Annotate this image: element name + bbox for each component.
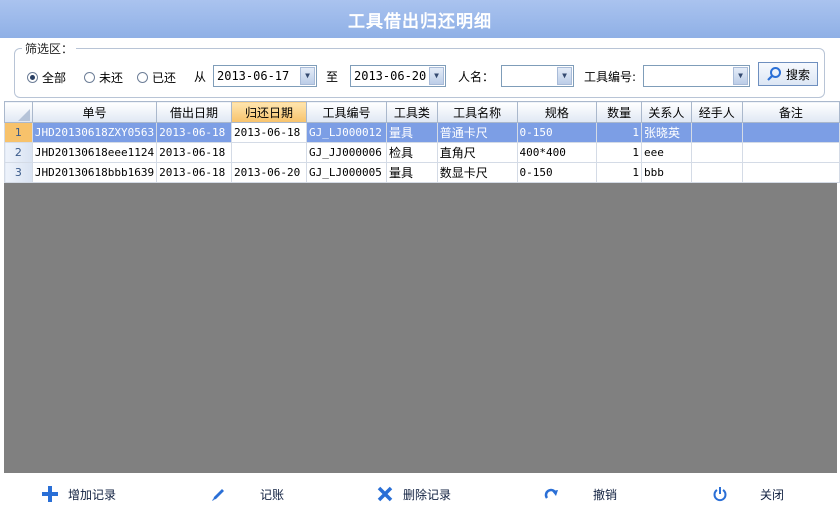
person-select[interactable]: ▼ bbox=[501, 65, 574, 87]
radio-not-returned-label: 未还 bbox=[99, 71, 124, 85]
column-header[interactable]: 工具名称 bbox=[436, 101, 518, 123]
person-label: 人名： bbox=[458, 70, 495, 84]
chevron-down-icon[interactable]: ▼ bbox=[733, 67, 748, 85]
table-cell[interactable] bbox=[231, 142, 307, 163]
delete-record-label: 删除记录 bbox=[403, 487, 452, 502]
chevron-down-icon[interactable]: ▼ bbox=[429, 67, 444, 85]
table-cell[interactable]: eee bbox=[640, 142, 692, 163]
table-row[interactable]: 3 JHD20130618bbb1639 2013-06-18 2013-06-… bbox=[4, 162, 840, 183]
close-button[interactable]: 关闭 bbox=[710, 484, 784, 504]
undo-button[interactable]: 撤销 bbox=[541, 484, 617, 504]
column-header[interactable]: 关系人 bbox=[640, 101, 692, 123]
x-icon bbox=[375, 484, 395, 504]
table-cell[interactable]: 0-150 bbox=[516, 162, 598, 183]
table-cell[interactable]: 直角尺 bbox=[436, 142, 518, 163]
table-row[interactable]: 1 JHD20130618ZXY0563 2013-06-18 2013-06-… bbox=[4, 122, 840, 143]
radio-not-returned[interactable]: 未还 bbox=[84, 69, 123, 86]
undo-label: 撤销 bbox=[593, 487, 618, 502]
table-cell[interactable] bbox=[741, 122, 840, 143]
chevron-down-icon[interactable]: ▼ bbox=[300, 67, 315, 85]
from-date-value: 2013-06-17 bbox=[217, 69, 290, 83]
table-cell[interactable] bbox=[690, 142, 743, 163]
table-cell[interactable] bbox=[690, 122, 743, 143]
column-header[interactable]: 经手人 bbox=[690, 101, 743, 123]
radio-not-returned-indicator bbox=[84, 72, 95, 83]
plus-icon bbox=[40, 484, 60, 504]
table-cell[interactable]: GJ_LJ000005 bbox=[305, 162, 387, 183]
table-cell[interactable] bbox=[741, 162, 840, 183]
table-cell[interactable]: 量具 bbox=[385, 162, 438, 183]
records-grid[interactable]: 单号 借出日期 归还日期 工具编号 工具类 工具名称 规格 数量 关系人 经手人… bbox=[4, 101, 840, 183]
table-cell[interactable]: 2013-06-18 bbox=[156, 142, 233, 163]
redo-icon bbox=[541, 484, 561, 504]
window-title: 工具借出归还明细 bbox=[0, 0, 840, 38]
radio-all-indicator bbox=[27, 72, 38, 83]
table-cell[interactable] bbox=[690, 162, 743, 183]
add-record-button[interactable]: 增加记录 bbox=[40, 484, 116, 504]
table-cell-active[interactable]: 2013-06-18 bbox=[231, 122, 307, 143]
table-cell[interactable]: JHD20130618bbb1639 bbox=[31, 162, 158, 183]
table-cell[interactable]: bbb bbox=[640, 162, 692, 183]
table-cell[interactable]: 400*400 bbox=[516, 142, 598, 163]
table-cell[interactable]: 0-150 bbox=[516, 122, 598, 143]
add-record-label: 增加记录 bbox=[68, 487, 117, 502]
tool-no-select[interactable]: ▼ bbox=[643, 65, 750, 87]
table-cell[interactable]: 张晓英 bbox=[640, 122, 692, 143]
table-cell[interactable]: 量具 bbox=[385, 122, 438, 143]
table-cell[interactable]: 普通卡尺 bbox=[436, 122, 518, 143]
column-header[interactable]: 借出日期 bbox=[156, 101, 233, 123]
column-header[interactable]: 工具编号 bbox=[305, 101, 387, 123]
radio-returned-indicator bbox=[137, 72, 148, 83]
radio-returned[interactable]: 已还 bbox=[137, 69, 176, 86]
table-cell[interactable]: 2013-06-18 bbox=[156, 122, 233, 143]
delete-record-button[interactable]: 删除记录 bbox=[375, 484, 451, 504]
table-row[interactable]: 2 JHD20130618eee1124 2013-06-18 GJ_JJ000… bbox=[4, 142, 840, 163]
filter-legend: 筛选区： bbox=[22, 40, 77, 57]
search-icon bbox=[767, 67, 781, 81]
column-header[interactable]: 数量 bbox=[596, 101, 642, 123]
post-label: 记账 bbox=[260, 487, 285, 502]
column-header[interactable]: 单号 bbox=[31, 101, 158, 123]
post-button[interactable]: 记账 bbox=[208, 484, 284, 504]
table-cell[interactable]: 数显卡尺 bbox=[436, 162, 518, 183]
column-header[interactable]: 工具类 bbox=[385, 101, 438, 123]
table-cell[interactable]: 检具 bbox=[385, 142, 438, 163]
from-date-picker[interactable]: 2013-06-17 ▼ bbox=[213, 65, 317, 87]
chevron-down-icon[interactable]: ▼ bbox=[557, 67, 572, 85]
from-label: 从 bbox=[194, 70, 207, 84]
row-number[interactable]: 2 bbox=[4, 142, 33, 163]
table-cell[interactable]: GJ_JJ000006 bbox=[305, 142, 387, 163]
table-cell[interactable] bbox=[741, 142, 840, 163]
search-button-label: 搜索 bbox=[785, 67, 810, 82]
radio-returned-label: 已还 bbox=[152, 71, 177, 85]
search-button[interactable]: 搜索 bbox=[758, 62, 818, 86]
table-cell[interactable]: GJ_LJ000012 bbox=[305, 122, 387, 143]
table-cell[interactable]: 2013-06-18 bbox=[156, 162, 233, 183]
row-number[interactable]: 1 bbox=[4, 122, 33, 143]
to-date-value: 2013-06-20 bbox=[354, 69, 427, 83]
power-icon bbox=[710, 484, 730, 504]
table-cell[interactable]: JHD20130618ZXY0563 bbox=[31, 122, 158, 143]
column-header-sorted[interactable]: 归还日期 bbox=[231, 101, 307, 123]
radio-all[interactable]: 全部 bbox=[27, 69, 66, 86]
tool-no-label: 工具编号: bbox=[584, 70, 637, 84]
table-cell[interactable]: 2013-06-20 bbox=[231, 162, 307, 183]
close-label: 关闭 bbox=[760, 487, 785, 502]
row-number[interactable]: 3 bbox=[4, 162, 33, 183]
to-date-picker[interactable]: 2013-06-20 ▼ bbox=[350, 65, 446, 87]
column-header[interactable]: 备注 bbox=[741, 101, 840, 123]
radio-all-label: 全部 bbox=[42, 71, 67, 85]
select-all-icon bbox=[17, 109, 30, 121]
table-cell[interactable]: JHD20130618eee1124 bbox=[31, 142, 158, 163]
table-cell[interactable]: 1 bbox=[596, 162, 642, 183]
column-header[interactable]: 规格 bbox=[516, 101, 598, 123]
table-cell[interactable]: 1 bbox=[596, 122, 642, 143]
grid-corner[interactable] bbox=[4, 101, 33, 123]
to-label: 至 bbox=[326, 70, 339, 84]
pencil-icon bbox=[208, 484, 228, 504]
table-cell[interactable]: 1 bbox=[596, 142, 642, 163]
